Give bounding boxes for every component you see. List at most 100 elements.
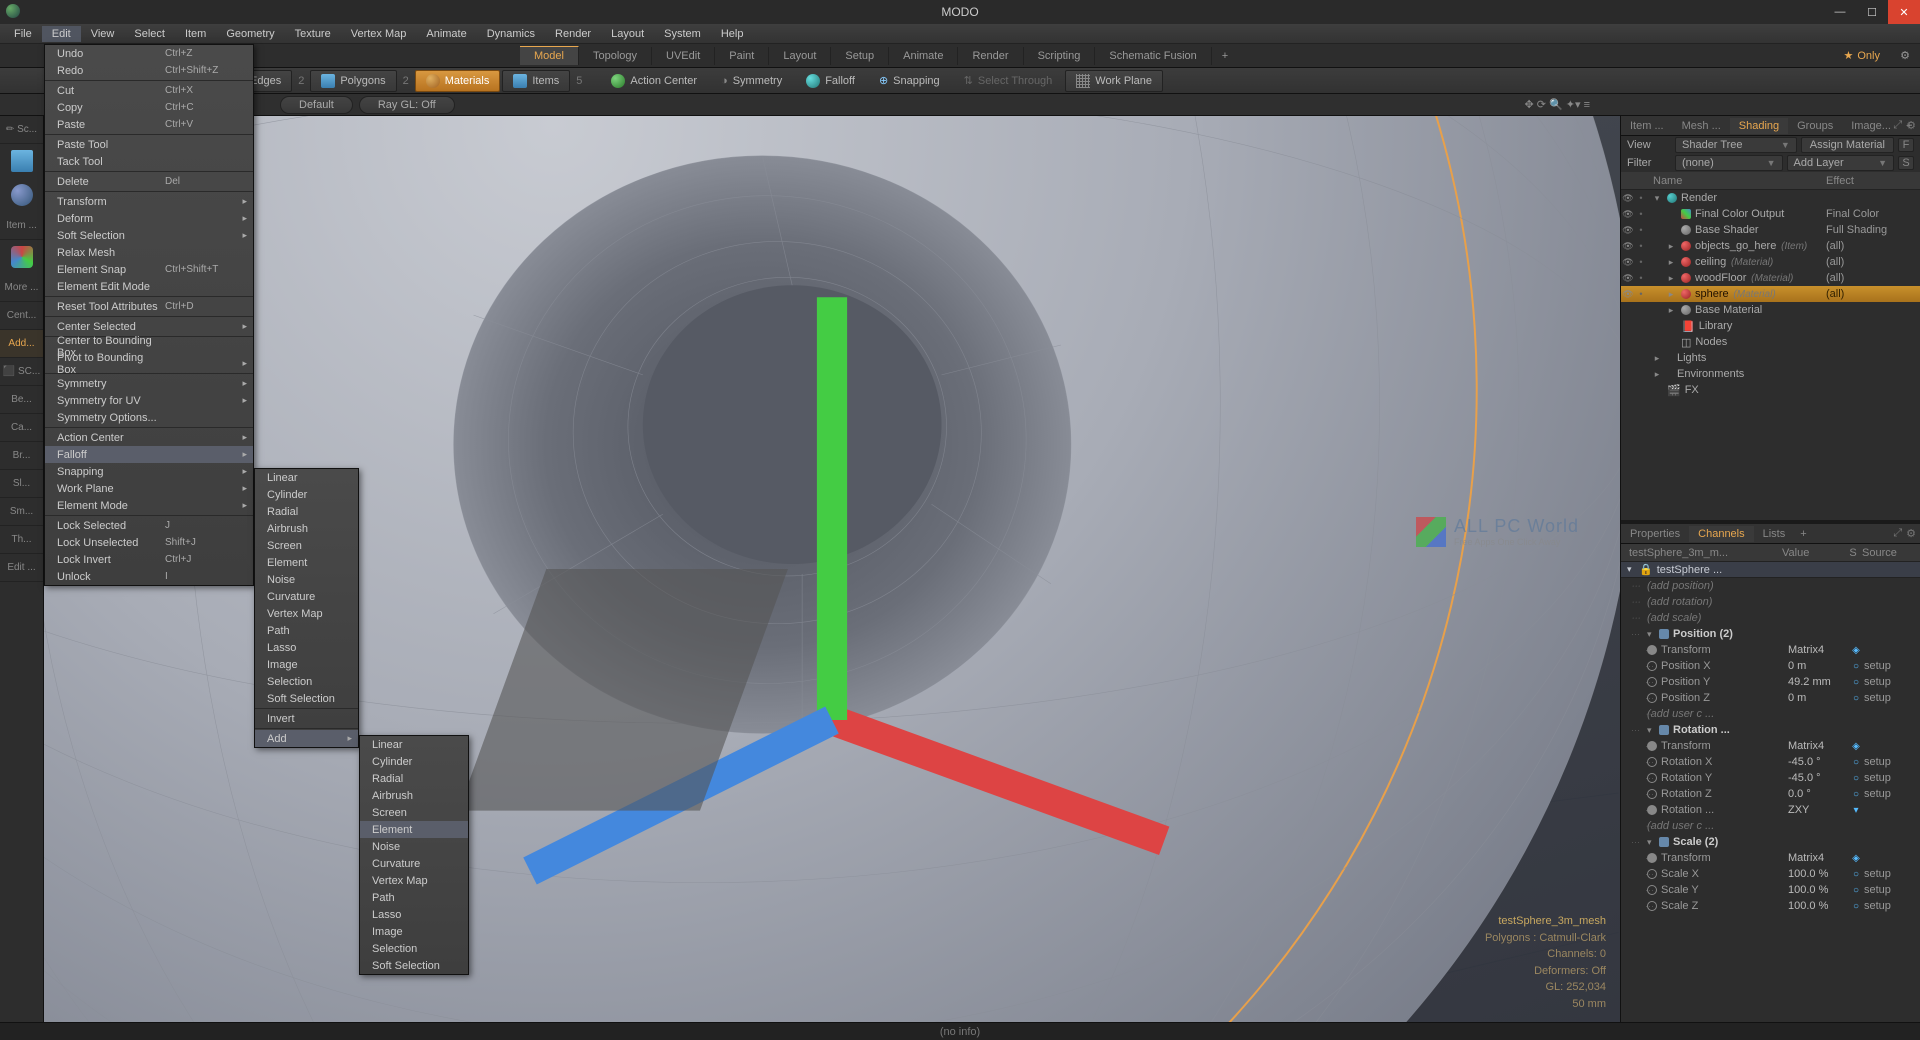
channel-row[interactable]: ⋯TransformMatrix4◈	[1621, 642, 1920, 658]
edit-menu-item[interactable]: Deform▸	[45, 210, 253, 227]
shader-tab-shading[interactable]: Shading	[1730, 118, 1788, 134]
layout-tab-scripting[interactable]: Scripting	[1024, 47, 1096, 65]
channel-subgroup[interactable]: ⋯▾Scale (2)	[1621, 834, 1920, 850]
add-sub-item[interactable]: Cylinder	[360, 753, 468, 770]
filter-dropdown[interactable]: (none)▼	[1675, 155, 1783, 171]
edit-menu-item[interactable]: Lock InvertCtrl+J	[45, 551, 253, 568]
left-be[interactable]: Be...	[0, 386, 43, 414]
left-sphere-icon[interactable]	[0, 178, 43, 212]
shader-tree-row[interactable]: ▸Base Material	[1621, 302, 1920, 318]
edit-menu-item[interactable]: Element Mode▸	[45, 497, 253, 514]
edit-menu-item[interactable]: Lock UnselectedShift+J	[45, 534, 253, 551]
shader-tree-row[interactable]: 👁•▾Render	[1621, 190, 1920, 206]
items-mode-button[interactable]: Items	[502, 70, 570, 92]
symmetry-button[interactable]: ◑Symmetry	[710, 71, 793, 91]
menu-render[interactable]: Render	[545, 26, 601, 42]
add-sub-item[interactable]: Image	[360, 923, 468, 940]
channel-row[interactable]: ⋯TransformMatrix4◈	[1621, 850, 1920, 866]
edit-menu-item[interactable]: Paste Tool	[45, 136, 253, 153]
work-plane-button[interactable]: Work Plane	[1065, 70, 1163, 92]
add-sub-item[interactable]: Lasso	[360, 906, 468, 923]
viewport-nav-icons[interactable]: ✥ ⟳ 🔍 ✦▾ ≡	[1524, 98, 1590, 111]
shader-tree[interactable]: 👁•▾Render👁•Final Color OutputFinal Color…	[1621, 190, 1920, 520]
layout-tab-paint[interactable]: Paint	[715, 47, 769, 65]
tabbar-gear-icon[interactable]: ⚙	[1900, 49, 1910, 62]
shader-tab-item[interactable]: Item ...	[1621, 118, 1673, 134]
falloff-submenu[interactable]: LinearCylinderRadialAirbrushScreenElemen…	[254, 468, 359, 748]
shader-tree-row[interactable]: 👁•▸ceiling (Material)(all)	[1621, 254, 1920, 270]
falloff-sub-item[interactable]: Path	[255, 622, 358, 639]
falloff-sub-item[interactable]: Element	[255, 554, 358, 571]
left-center[interactable]: Cent...	[0, 302, 43, 330]
add-sub-item[interactable]: Airbrush	[360, 787, 468, 804]
left-sc[interactable]: ⬛ SC...	[0, 358, 43, 386]
edit-menu-item[interactable]: CopyCtrl+C	[45, 99, 253, 116]
layout-tab-uvedit[interactable]: UVEdit	[652, 47, 715, 65]
s-button[interactable]: S	[1898, 156, 1914, 170]
shader-tree-row[interactable]: ◫Nodes	[1621, 334, 1920, 350]
menu-vertex-map[interactable]: Vertex Map	[341, 26, 417, 42]
channel-row[interactable]: ⋯(add user c ...	[1621, 818, 1920, 834]
channels-tab-properties[interactable]: Properties	[1621, 526, 1689, 542]
add-sub-item[interactable]: Linear	[360, 736, 468, 753]
falloff-sub-item[interactable]: Selection	[255, 673, 358, 690]
left-items[interactable]: Item ...	[0, 212, 43, 240]
falloff-sub-item[interactable]: Noise	[255, 571, 358, 588]
layout-tab-render[interactable]: Render	[958, 47, 1023, 65]
shader-tree-row[interactable]: ▸Environments	[1621, 366, 1920, 382]
left-edit[interactable]: Edit ...	[0, 554, 43, 582]
menu-animate[interactable]: Animate	[416, 26, 476, 42]
falloff-sub-item[interactable]: Lasso	[255, 639, 358, 656]
layout-tab-topology[interactable]: Topology	[579, 47, 652, 65]
shader-tree-row[interactable]: 👁•▸woodFloor (Material)(all)	[1621, 270, 1920, 286]
falloff-sub-item[interactable]: Cylinder	[255, 486, 358, 503]
edit-menu-item[interactable]: UnlockI	[45, 568, 253, 585]
left-sl[interactable]: Sl...	[0, 470, 43, 498]
edit-menu-item[interactable]: DeleteDel	[45, 173, 253, 190]
layout-tab-layout[interactable]: Layout	[769, 47, 831, 65]
menu-item[interactable]: Item	[175, 26, 216, 42]
falloff-sub-item[interactable]: Linear	[255, 469, 358, 486]
channel-add-row[interactable]: ⋯(add scale)	[1621, 610, 1920, 626]
channel-row[interactable]: ⋯(add user c ...	[1621, 706, 1920, 722]
channels-tab-lists[interactable]: Lists	[1754, 526, 1795, 542]
left-transform-icon[interactable]	[0, 240, 43, 274]
channel-row[interactable]: ⋯Scale Y100.0 %○setup	[1621, 882, 1920, 898]
snapping-button[interactable]: ⊕Snapping	[868, 70, 951, 91]
panel-gear-icon[interactable]: ⚙	[1906, 119, 1916, 132]
edit-menu-item[interactable]: Symmetry▸	[45, 375, 253, 392]
edit-menu-item[interactable]: Transform▸	[45, 193, 253, 210]
left-more[interactable]: More ...	[0, 274, 43, 302]
edit-menu-item[interactable]: Soft Selection▸	[45, 227, 253, 244]
shader-tree-row[interactable]: 👁•▸sphere (Material)(all)	[1621, 286, 1920, 302]
menu-dynamics[interactable]: Dynamics	[477, 26, 545, 42]
channels-body[interactable]: ▾🔒testSphere ...⋯(add position)⋯(add rot…	[1621, 562, 1920, 1022]
channel-row[interactable]: ⋯Rotation Y-45.0 °○setup	[1621, 770, 1920, 786]
channel-row[interactable]: ⋯Position Z0 m○setup	[1621, 690, 1920, 706]
shader-tree-row[interactable]: ▸Lights	[1621, 350, 1920, 366]
menu-select[interactable]: Select	[124, 26, 175, 42]
window-maximize-button[interactable]: ☐	[1856, 0, 1888, 24]
layout-tab-schematic fusion[interactable]: Schematic Fusion	[1095, 47, 1211, 65]
layout-tab-add[interactable]: +	[1212, 47, 1238, 65]
falloff-sub-item[interactable]: Image	[255, 656, 358, 673]
falloff-sub-item[interactable]: Add▸	[255, 730, 358, 747]
channel-row[interactable]: ⋯Rotation ...ZXY▾	[1621, 802, 1920, 818]
channel-row[interactable]: ⋯Scale X100.0 %○setup	[1621, 866, 1920, 882]
edit-menu-item[interactable]: Tack Tool	[45, 153, 253, 170]
falloff-sub-item[interactable]: Vertex Map	[255, 605, 358, 622]
channel-subgroup[interactable]: ⋯▾Rotation ...	[1621, 722, 1920, 738]
channel-add-row[interactable]: ⋯(add rotation)	[1621, 594, 1920, 610]
add-sub-item[interactable]: Curvature	[360, 855, 468, 872]
channels-tab-add[interactable]: +	[1794, 526, 1812, 542]
f-button[interactable]: F	[1898, 138, 1914, 152]
add-sub-item[interactable]: Element	[360, 821, 468, 838]
edit-menu-item[interactable]: Element Edit Mode	[45, 278, 253, 295]
channel-row[interactable]: ⋯Position X0 m○setup	[1621, 658, 1920, 674]
edit-menu-item[interactable]: Reset Tool AttributesCtrl+D	[45, 298, 253, 315]
edit-menu-item[interactable]: Action Center▸	[45, 429, 253, 446]
edit-menu-item[interactable]: PasteCtrl+V	[45, 116, 253, 133]
left-cube-icon[interactable]	[0, 144, 43, 178]
left-sculpt[interactable]: ✏ Sc...	[0, 116, 43, 144]
view-dropdown[interactable]: Shader Tree▼	[1675, 137, 1797, 153]
